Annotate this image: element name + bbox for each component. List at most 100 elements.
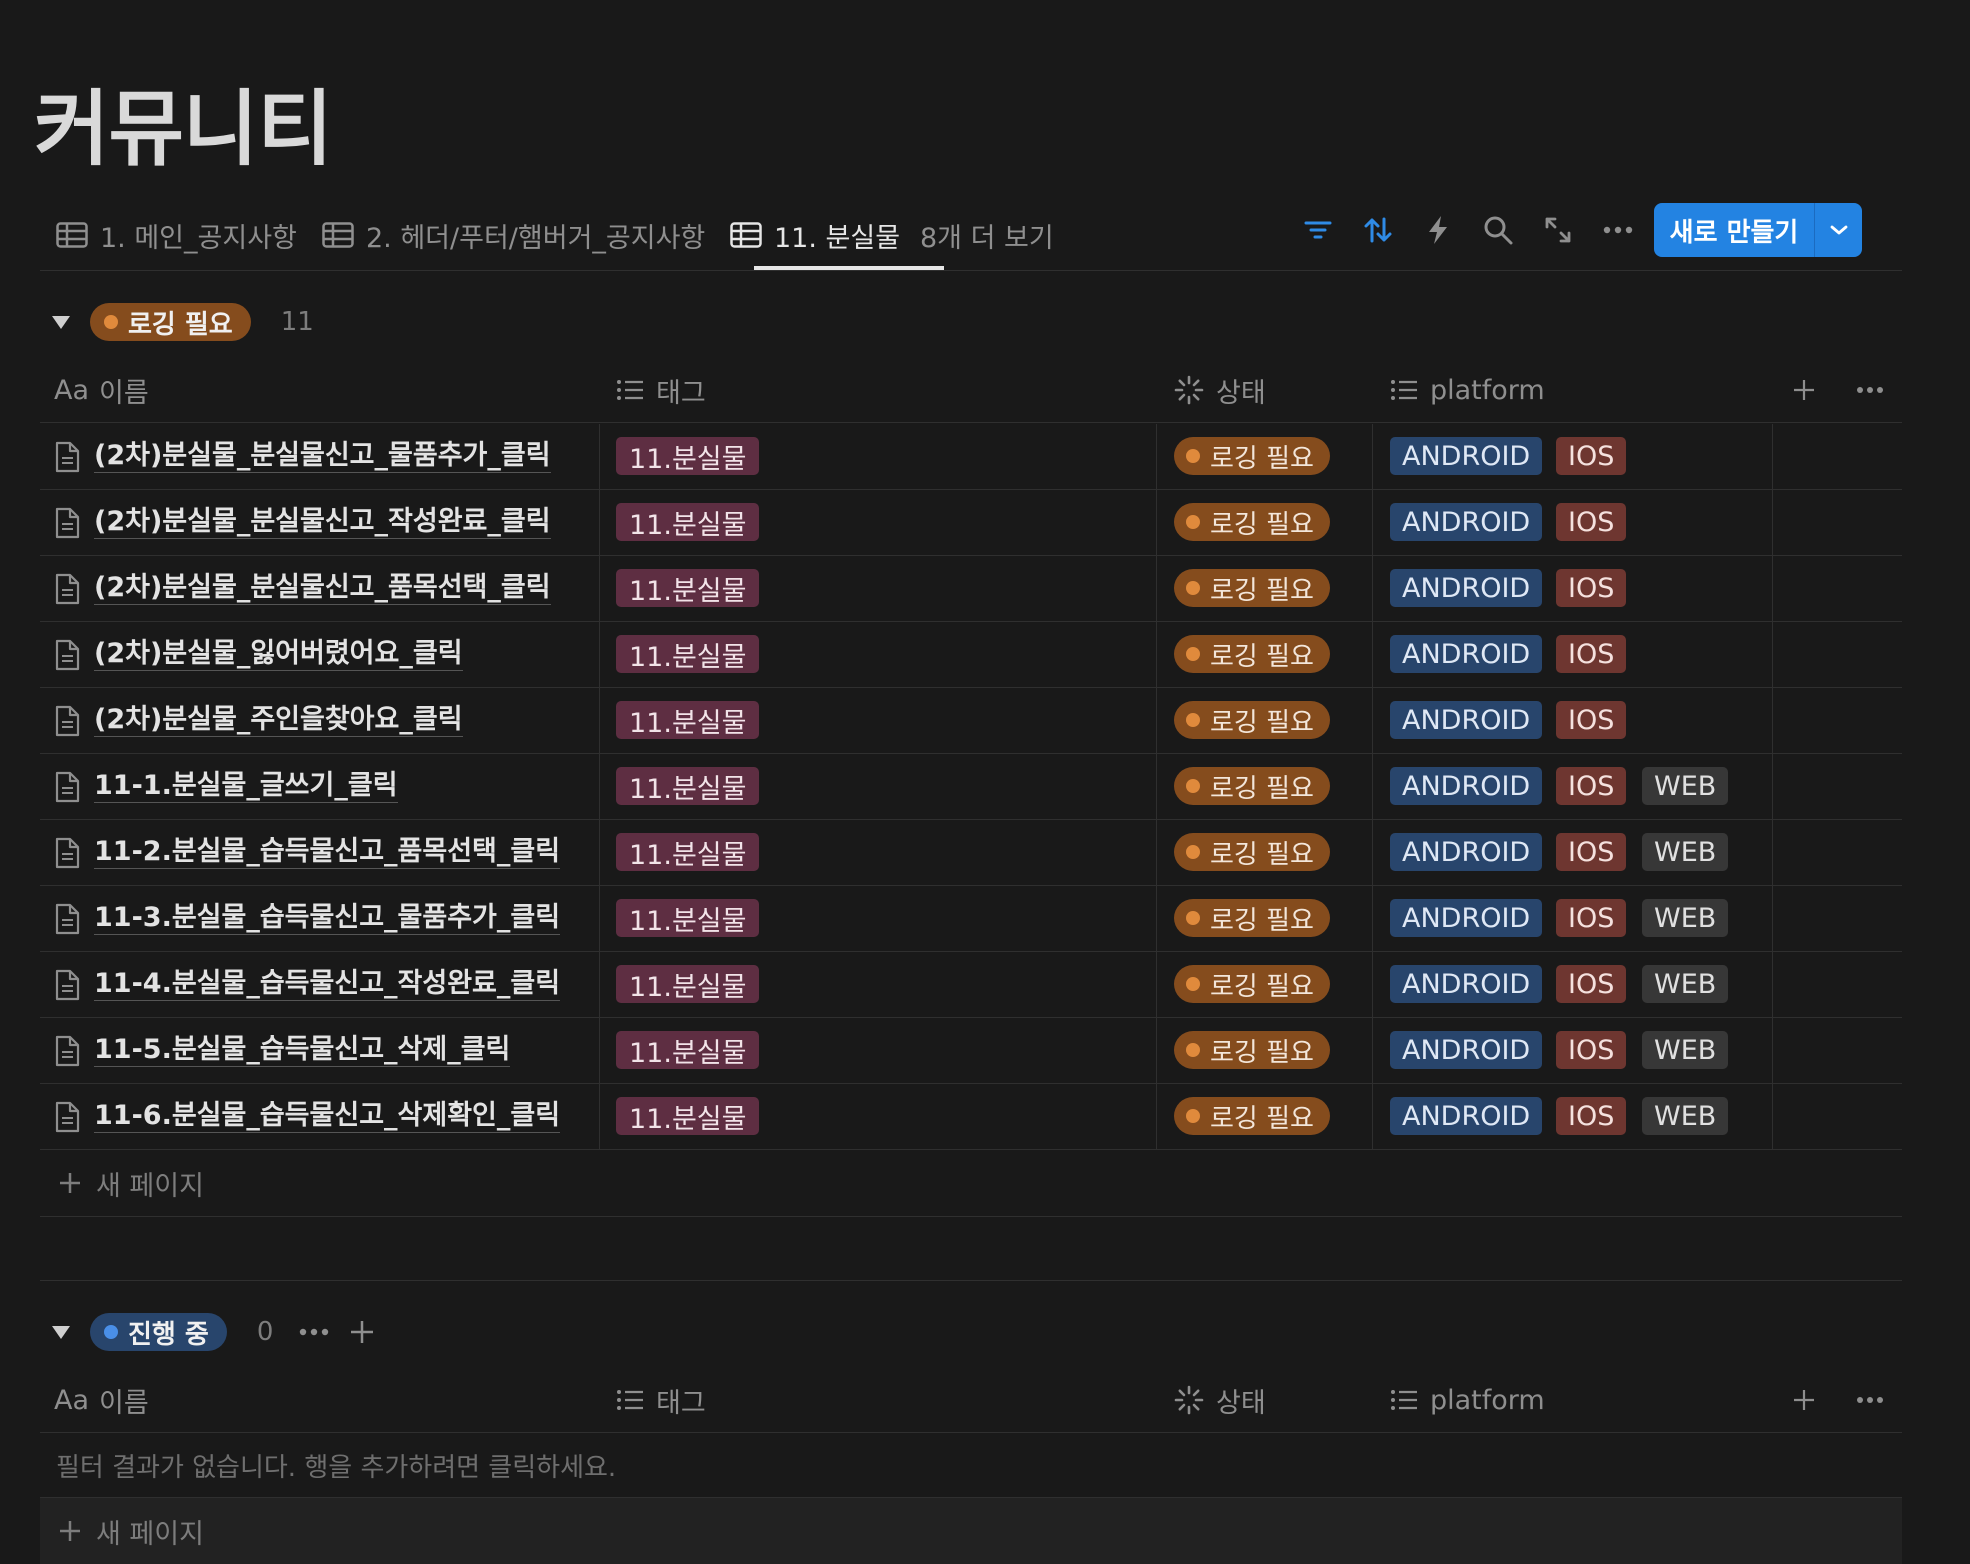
empty-filter-message[interactable]: 필터 결과가 없습니다. 행을 추가하려면 클릭하세요. xyxy=(40,1433,1902,1498)
status-pill[interactable]: 로깅 필요 xyxy=(1174,965,1330,1003)
table-row[interactable]: 11-2.분실물_습득물신고_품목선택_클릭 11.분실물 로깅 필요 ANDROID… xyxy=(40,820,1902,886)
row-title[interactable]: (2차)분실물_잃어버렸어요_클릭 xyxy=(94,638,463,671)
new-page-button[interactable]: 새 페이지 xyxy=(40,1150,1902,1216)
tag-pill[interactable]: 11.분실물 xyxy=(616,965,760,1003)
row-name-cell[interactable]: (2차)분실물_분실물신고_물품추가_클릭 xyxy=(54,424,551,489)
table-row[interactable]: (2차)분실물_잃어버렸어요_클릭 11.분실물 로깅 필요 ANDROID IOS xyxy=(40,622,1902,688)
platform-tag-android[interactable]: ANDROID xyxy=(1390,437,1543,475)
platform-tag-web[interactable]: WEB xyxy=(1642,833,1729,871)
group-more-icon[interactable] xyxy=(299,1328,329,1336)
platform-tag-android[interactable]: ANDROID xyxy=(1390,965,1543,1003)
status-pill[interactable]: 로깅 필요 xyxy=(1174,899,1330,937)
status-pill[interactable]: 로깅 필요 xyxy=(1174,569,1330,607)
platform-tag-web[interactable]: WEB xyxy=(1642,1097,1729,1135)
platform-tag-android[interactable]: ANDROID xyxy=(1390,569,1543,607)
row-name-cell[interactable]: 11-4.분실물_습득물신고_작성완료_클릭 xyxy=(54,952,561,1017)
add-column-icon[interactable] xyxy=(1792,1368,1828,1432)
collapse-caret-icon[interactable] xyxy=(52,1325,70,1339)
platform-tag-android[interactable]: ANDROID xyxy=(1390,503,1543,541)
platform-tag-android[interactable]: ANDROID xyxy=(1390,899,1543,937)
group-header-in-progress[interactable]: 진행 중 0 xyxy=(52,1312,375,1352)
chevron-down-icon[interactable] xyxy=(1815,224,1862,236)
filter-icon[interactable] xyxy=(1298,210,1338,250)
status-pill[interactable]: 로깅 필요 xyxy=(1174,833,1330,871)
platform-tag-web[interactable]: WEB xyxy=(1642,1031,1729,1069)
platform-tag-ios[interactable]: IOS xyxy=(1556,635,1627,673)
row-name-cell[interactable]: 11-2.분실물_습득물신고_품목선택_클릭 xyxy=(54,820,561,885)
column-header-platform[interactable]: platform xyxy=(1390,358,1545,422)
platform-tag-android[interactable]: ANDROID xyxy=(1390,1031,1543,1069)
row-title[interactable]: 11-4.분실물_습득물신고_작성완료_클릭 xyxy=(94,968,561,1001)
row-name-cell[interactable]: (2차)분실물_분실물신고_품목선택_클릭 xyxy=(54,556,551,621)
status-pill[interactable]: 로깅 필요 xyxy=(1174,503,1330,541)
tab-main-notice[interactable]: 1. 메인_공지사항 xyxy=(56,200,297,270)
row-name-cell[interactable]: 11-1.분실물_글쓰기_클릭 xyxy=(54,754,398,819)
table-row[interactable]: 11-6.분실물_습득물신고_삭제확인_클릭 11.분실물 로깅 필요 ANDROID… xyxy=(40,1084,1902,1150)
row-title[interactable]: (2차)분실물_주인을찾아요_클릭 xyxy=(94,704,463,737)
tag-pill[interactable]: 11.분실물 xyxy=(616,833,760,871)
column-header-name[interactable]: Aa 이름 xyxy=(54,358,149,422)
new-page-button[interactable]: 새 페이지 xyxy=(40,1498,1902,1564)
table-row[interactable]: 11-5.분실물_습득물신고_삭제_클릭 11.분실물 로깅 필요 ANDROID IO… xyxy=(40,1018,1902,1084)
tab-header-footer-notice[interactable]: 2. 헤더/푸터/햄버거_공지사항 xyxy=(322,200,705,270)
platform-tag-ios[interactable]: IOS xyxy=(1556,503,1627,541)
row-title[interactable]: (2차)분실물_분실물신고_품목선택_클릭 xyxy=(94,572,551,605)
platform-tag-ios[interactable]: IOS xyxy=(1556,569,1627,607)
expand-icon[interactable] xyxy=(1538,210,1578,250)
add-column-icon[interactable] xyxy=(1792,358,1828,422)
group-add-icon[interactable] xyxy=(349,1319,375,1345)
status-pill[interactable]: 로깅 필요 xyxy=(1174,1031,1330,1069)
table-row[interactable]: 11-4.분실물_습득물신고_작성완료_클릭 11.분실물 로깅 필요 ANDROID… xyxy=(40,952,1902,1018)
group-header-logging-needed[interactable]: 로깅 필요 11 xyxy=(52,302,314,342)
tag-pill[interactable]: 11.분실물 xyxy=(616,1031,760,1069)
platform-tag-android[interactable]: ANDROID xyxy=(1390,833,1543,871)
row-name-cell[interactable]: (2차)분실물_분실물신고_작성완료_클릭 xyxy=(54,490,551,555)
table-row[interactable]: 11-3.분실물_습득물신고_물품추가_클릭 11.분실물 로깅 필요 ANDROID… xyxy=(40,886,1902,952)
row-name-cell[interactable]: (2차)분실물_잃어버렸어요_클릭 xyxy=(54,622,463,687)
platform-tag-web[interactable]: WEB xyxy=(1642,965,1729,1003)
platform-tag-web[interactable]: WEB xyxy=(1642,767,1729,805)
status-pill[interactable]: 로깅 필요 xyxy=(1174,635,1330,673)
new-button[interactable]: 새로 만들기 xyxy=(1654,203,1862,257)
tag-pill[interactable]: 11.분실물 xyxy=(616,701,760,739)
platform-tag-ios[interactable]: IOS xyxy=(1556,437,1627,475)
sort-icon[interactable] xyxy=(1358,210,1398,250)
platform-tag-ios[interactable]: IOS xyxy=(1556,701,1627,739)
table-row[interactable]: (2차)분실물_분실물신고_물품추가_클릭 11.분실물 로깅 필요 ANDROID I… xyxy=(40,424,1902,490)
search-icon[interactable] xyxy=(1478,210,1518,250)
column-header-status[interactable]: 상태 xyxy=(1174,1368,1266,1432)
platform-tag-ios[interactable]: IOS xyxy=(1556,899,1627,937)
platform-tag-ios[interactable]: IOS xyxy=(1556,767,1627,805)
tag-pill[interactable]: 11.분실물 xyxy=(616,437,760,475)
platform-tag-android[interactable]: ANDROID xyxy=(1390,767,1543,805)
tag-pill[interactable]: 11.분실물 xyxy=(616,635,760,673)
row-name-cell[interactable]: 11-3.분실물_습득물신고_물품추가_클릭 xyxy=(54,886,561,951)
table-row[interactable]: (2차)분실물_분실물신고_작성완료_클릭 11.분실물 로깅 필요 ANDROID I… xyxy=(40,490,1902,556)
row-title[interactable]: (2차)분실물_분실물신고_물품추가_클릭 xyxy=(94,440,551,473)
table-row[interactable]: (2차)분실물_주인을찾아요_클릭 11.분실물 로깅 필요 ANDROID IOS xyxy=(40,688,1902,754)
table-row[interactable]: 11-1.분실물_글쓰기_클릭 11.분실물 로깅 필요 ANDROID IOS WEB xyxy=(40,754,1902,820)
column-more-icon[interactable] xyxy=(1856,358,1896,422)
column-more-icon[interactable] xyxy=(1856,1368,1896,1432)
collapse-caret-icon[interactable] xyxy=(52,315,70,329)
more-icon[interactable] xyxy=(1598,210,1638,250)
tag-pill[interactable]: 11.분실물 xyxy=(616,1097,760,1135)
tag-pill[interactable]: 11.분실물 xyxy=(616,899,760,937)
row-title[interactable]: 11-2.분실물_습득물신고_품목선택_클릭 xyxy=(94,836,561,869)
column-header-tag[interactable]: 태그 xyxy=(616,358,706,422)
row-name-cell[interactable]: 11-5.분실물_습득물신고_삭제_클릭 xyxy=(54,1018,511,1083)
platform-tag-ios[interactable]: IOS xyxy=(1556,965,1627,1003)
platform-tag-android[interactable]: ANDROID xyxy=(1390,701,1543,739)
tag-pill[interactable]: 11.분실물 xyxy=(616,767,760,805)
automation-icon[interactable] xyxy=(1418,210,1458,250)
row-title[interactable]: 11-1.분실물_글쓰기_클릭 xyxy=(94,770,398,803)
tag-pill[interactable]: 11.분실물 xyxy=(616,503,760,541)
row-title[interactable]: (2차)분실물_분실물신고_작성완료_클릭 xyxy=(94,506,551,539)
status-pill[interactable]: 로깅 필요 xyxy=(1174,701,1330,739)
tab-lost-found[interactable]: 11. 분실물 xyxy=(730,200,900,270)
row-name-cell[interactable]: (2차)분실물_주인을찾아요_클릭 xyxy=(54,688,463,753)
column-header-status[interactable]: 상태 xyxy=(1174,358,1266,422)
row-name-cell[interactable]: 11-6.분실물_습득물신고_삭제확인_클릭 xyxy=(54,1084,561,1149)
platform-tag-android[interactable]: ANDROID xyxy=(1390,635,1543,673)
platform-tag-ios[interactable]: IOS xyxy=(1556,833,1627,871)
